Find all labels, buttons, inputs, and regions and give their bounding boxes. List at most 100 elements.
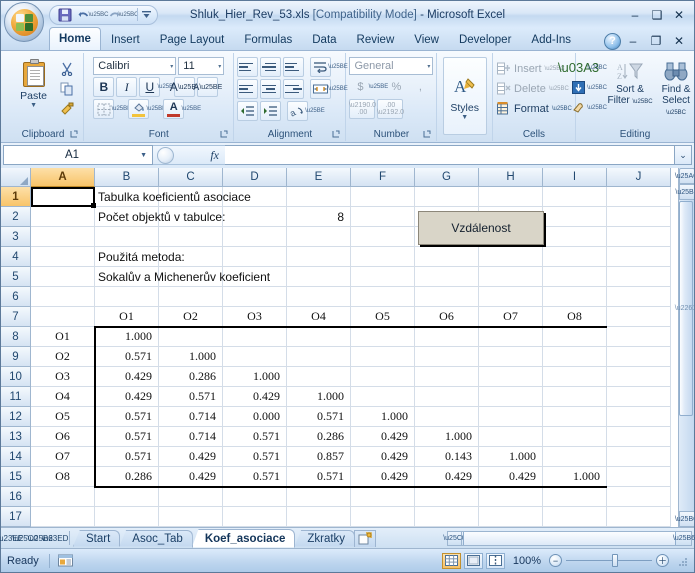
cell-j6[interactable] xyxy=(607,287,671,307)
grow-font-button[interactable]: A \u25B4 xyxy=(170,77,200,97)
cell-c13[interactable]: 0.714 xyxy=(159,427,223,447)
row-header-14[interactable]: 14 xyxy=(1,447,31,467)
cell-e3[interactable] xyxy=(287,227,351,247)
cell-e13[interactable]: 0.286 xyxy=(287,427,351,447)
cell-a15[interactable]: O8 xyxy=(31,467,95,487)
row-header-10[interactable]: 10 xyxy=(1,367,31,387)
cell-a4[interactable] xyxy=(31,247,95,267)
delete-dropdown-icon[interactable]: \u25BC xyxy=(549,86,569,92)
cell-f17[interactable] xyxy=(351,507,415,527)
cell-a5[interactable] xyxy=(31,267,95,287)
cell-f3[interactable] xyxy=(351,227,415,247)
cell-c16[interactable] xyxy=(159,487,223,507)
cell-i7[interactable]: O8 xyxy=(543,307,607,327)
cell-i3[interactable] xyxy=(543,227,607,247)
cell-a8[interactable]: O1 xyxy=(31,327,95,347)
sheet-tab-asoc-tab[interactable]: Asoc_Tab xyxy=(119,529,193,547)
cell-d14[interactable]: 0.571 xyxy=(223,447,287,467)
row-header-5[interactable]: 5 xyxy=(1,267,31,287)
scroll-up-arrow-icon[interactable]: \u25B2 xyxy=(675,184,694,200)
cell-g4[interactable] xyxy=(415,247,479,267)
zoom-out-icon[interactable]: − xyxy=(549,554,562,567)
undo-dropdown-icon[interactable]: \u25BC xyxy=(89,7,109,23)
cell-j1[interactable] xyxy=(607,187,671,207)
cell-d6[interactable] xyxy=(223,287,287,307)
cell-j13[interactable] xyxy=(607,427,671,447)
cell-d4[interactable] xyxy=(223,247,287,267)
vertical-scroll-track[interactable]: \u2261 xyxy=(675,200,694,511)
tab-data[interactable]: Data xyxy=(302,29,346,50)
column-header-h[interactable]: H xyxy=(479,168,543,187)
cell-h15[interactable]: 0.429 xyxy=(479,467,543,487)
cell-j2[interactable] xyxy=(607,207,671,227)
cell-a9[interactable]: O2 xyxy=(31,347,95,367)
align-bottom-button[interactable] xyxy=(282,57,304,77)
fx-icon[interactable]: fx xyxy=(210,148,219,163)
insert-worksheet-icon[interactable] xyxy=(354,529,377,547)
cell-d10[interactable]: 1.000 xyxy=(223,367,287,387)
cell-g9[interactable] xyxy=(415,347,479,367)
cell-e14[interactable]: 0.857 xyxy=(287,447,351,467)
cell-i5[interactable] xyxy=(543,267,607,287)
status-macro-icon[interactable] xyxy=(56,553,76,569)
help-icon[interactable]: ? xyxy=(604,32,621,50)
cell-d2[interactable] xyxy=(223,207,287,227)
cell-i15[interactable]: 1.000 xyxy=(543,467,607,487)
cell-h16[interactable] xyxy=(479,487,543,507)
merge-center-dropdown-icon[interactable]: \u25BE xyxy=(328,79,348,99)
doc-close-button[interactable]: ✕ xyxy=(668,32,690,50)
number-format-combo[interactable]: General ▾ xyxy=(349,57,434,75)
row-header-13[interactable]: 13 xyxy=(1,427,31,447)
cell-i9[interactable] xyxy=(543,347,607,367)
cell-a7[interactable] xyxy=(31,307,95,327)
cell-i17[interactable] xyxy=(543,507,607,527)
decrease-decimal-button[interactable]: .00 \u2192.0 xyxy=(377,99,404,119)
align-right-button[interactable] xyxy=(282,79,304,99)
normal-view-button[interactable] xyxy=(441,552,461,569)
cell-c12[interactable]: 0.714 xyxy=(159,407,223,427)
cell-c6[interactable] xyxy=(159,287,223,307)
insert-function-round-button[interactable] xyxy=(157,146,174,164)
cell-d16[interactable] xyxy=(223,487,287,507)
insert-cells-button[interactable]: Insert \u25BC xyxy=(496,59,565,79)
vertical-scrollbar[interactable]: \u25AC \u25B2 \u2261 \u25BC xyxy=(675,168,694,527)
cell-j16[interactable] xyxy=(607,487,671,507)
cell-g15[interactable]: 0.429 xyxy=(415,467,479,487)
cell-f16[interactable] xyxy=(351,487,415,507)
row-header-15[interactable]: 15 xyxy=(1,467,31,487)
column-header-i[interactable]: I xyxy=(543,168,607,187)
cell-c14[interactable]: 0.429 xyxy=(159,447,223,467)
column-header-g[interactable]: G xyxy=(415,168,479,187)
column-header-a[interactable]: A xyxy=(31,168,95,187)
cell-h9[interactable] xyxy=(479,347,543,367)
cut-icon[interactable] xyxy=(58,60,77,78)
row-header-2[interactable]: 2 xyxy=(1,207,31,227)
tab-view[interactable]: View xyxy=(404,29,449,50)
cell-e6[interactable] xyxy=(287,287,351,307)
scroll-left-arrow-icon[interactable]: \u25C0 xyxy=(443,531,466,545)
vertical-scroll-thumb[interactable]: \u2261 xyxy=(675,201,694,416)
zoom-thumb[interactable] xyxy=(612,554,618,567)
cell-h5[interactable] xyxy=(479,267,543,287)
cell-b11[interactable]: 0.429 xyxy=(95,387,159,407)
cell-e11[interactable]: 1.000 xyxy=(287,387,351,407)
cell-g6[interactable] xyxy=(415,287,479,307)
comma-button[interactable]: , xyxy=(409,78,431,97)
cell-b9[interactable]: 0.571 xyxy=(95,347,159,367)
cell-a3[interactable] xyxy=(31,227,95,247)
cell-j15[interactable] xyxy=(607,467,671,487)
cell-b14[interactable]: 0.571 xyxy=(95,447,159,467)
cell-g14[interactable]: 0.143 xyxy=(415,447,479,467)
cell-c3[interactable] xyxy=(159,227,223,247)
cell-a12[interactable]: O5 xyxy=(31,407,95,427)
cell-g5[interactable] xyxy=(415,267,479,287)
cell-b12[interactable]: 0.571 xyxy=(95,407,159,427)
cell-h11[interactable] xyxy=(479,387,543,407)
cell-d11[interactable]: 0.429 xyxy=(223,387,287,407)
cell-c9[interactable]: 1.000 xyxy=(159,347,223,367)
cell-f10[interactable] xyxy=(351,367,415,387)
clear-button[interactable]: \u25BC xyxy=(571,98,607,117)
cell-f7[interactable]: O5 xyxy=(351,307,415,327)
cell-e12[interactable]: 0.571 xyxy=(287,407,351,427)
sheet-tab-koef-asociace[interactable]: Koef_asociace xyxy=(191,528,296,548)
